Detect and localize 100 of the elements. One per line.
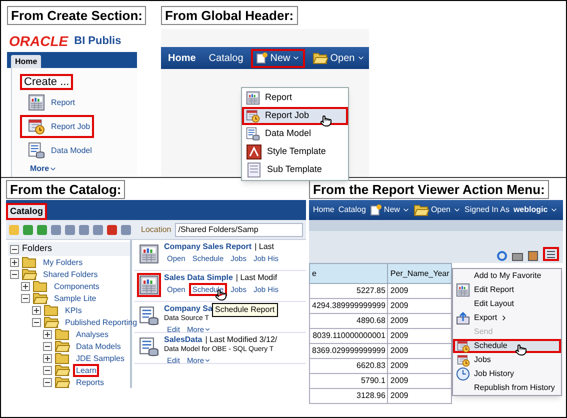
logo: ORACLE — [9, 33, 68, 49]
collapse-icon[interactable] — [43, 366, 52, 374]
expand-icon[interactable] — [43, 330, 52, 338]
view-icon[interactable] — [512, 253, 523, 261]
calendar-clock-icon — [246, 109, 260, 123]
nav-link[interactable]: Home — [163, 48, 201, 68]
chart-icon[interactable] — [528, 251, 538, 261]
table-cell: 3128.96 — [310, 388, 388, 404]
table-cell: 5227.85 — [310, 284, 388, 298]
tooltip: Schedule Report — [212, 303, 278, 317]
table-cell: 8039.110000000001 — [310, 328, 388, 344]
open-folder-icon — [44, 316, 59, 328]
menu-item[interactable]: Report — [242, 89, 348, 107]
folder-label[interactable]: Sample Lite — [51, 292, 100, 304]
calendar-clock-icon — [28, 118, 45, 135]
nav-link[interactable]: Home — [311, 204, 336, 216]
nav-link[interactable]: Signed In As — [462, 204, 512, 216]
item-meta: | Last Modified 3/12/ — [205, 335, 278, 345]
sub-template-icon — [246, 162, 262, 178]
create-item[interactable]: Report Job — [20, 115, 94, 138]
caret-icon — [204, 357, 212, 364]
menu-item[interactable]: Job History — [453, 367, 561, 381]
collapse-icon[interactable] — [43, 342, 52, 350]
collapse-icon[interactable] — [43, 378, 52, 386]
table-cell: 2009 — [388, 358, 452, 374]
nav-link[interactable]: Open — [412, 204, 463, 216]
menu-item[interactable]: Edit Layout — [453, 297, 561, 311]
section-caption: From Global Header: — [161, 6, 298, 25]
tab[interactable]: Catalog — [6, 203, 48, 220]
folder-label[interactable]: My Folders — [40, 256, 86, 268]
data-model-icon — [139, 337, 159, 357]
folder-label[interactable]: Components — [51, 280, 102, 292]
nav-link[interactable]: Catalog — [204, 48, 248, 68]
item-title[interactable]: Company Sa — [164, 304, 212, 314]
section-caption: From the Report Viewer Action Menu: — [309, 180, 549, 199]
new-document-icon — [370, 204, 382, 216]
location-field[interactable]: /Shared Folders/Samp — [175, 222, 303, 236]
folder-label[interactable]: Published Reporting — [62, 316, 140, 328]
table-cell: 4890.68 — [310, 314, 388, 328]
create-item[interactable]: Report — [20, 91, 80, 114]
folder-label[interactable]: Learn — [73, 364, 100, 376]
item-title[interactable]: SalesData — [164, 335, 202, 345]
hand-cursor-icon — [320, 115, 332, 127]
menu-item[interactable]: Add to My Favorite — [453, 269, 561, 283]
menu-item[interactable]: Republish from History — [453, 381, 561, 395]
calendar-clock-icon — [456, 340, 470, 352]
section-caption: From Create Section: — [7, 6, 146, 25]
expand-icon[interactable] — [10, 258, 19, 266]
open-folder-icon — [414, 204, 429, 216]
data-model-icon — [139, 306, 159, 326]
collapse-icon[interactable] — [10, 244, 19, 254]
menu-item[interactable]: Style Template — [242, 143, 348, 161]
folder-label[interactable]: Shared Folders — [40, 268, 101, 280]
table-cell: 2009 — [388, 314, 452, 328]
collapse-icon[interactable] — [10, 270, 19, 278]
folder-label[interactable]: Reports — [73, 376, 108, 388]
nav-link[interactable]: New — [251, 48, 306, 68]
caret-icon — [292, 54, 300, 62]
table-cell: 6620.83 — [310, 358, 388, 374]
folder-label[interactable]: KPIs — [62, 304, 85, 316]
item-meta: | Last Modif — [236, 273, 278, 283]
open-folder-icon — [55, 376, 70, 388]
menu-item[interactable]: Jobs — [453, 353, 561, 367]
folder-label[interactable]: Analyses — [73, 328, 112, 340]
product-name: BI Publis — [74, 34, 122, 48]
caret-icon — [49, 165, 58, 173]
nav-link[interactable]: Catalog — [336, 204, 368, 216]
item-meta: | Last — [254, 242, 274, 252]
nav-link[interactable]: weblogic — [511, 204, 560, 216]
menu-item[interactable]: Export — [453, 311, 561, 325]
column-header[interactable]: Per_Name_Year — [388, 264, 452, 284]
menu-item[interactable]: Schedule — [453, 339, 561, 353]
tab[interactable]: Home — [11, 55, 42, 68]
data-model-icon — [246, 127, 260, 141]
folder-icon — [55, 328, 70, 340]
collapse-icon[interactable] — [21, 294, 30, 302]
export-icon — [456, 311, 470, 325]
expand-icon[interactable] — [43, 354, 52, 362]
create-item[interactable]: Data Model — [20, 139, 96, 162]
menu-item[interactable]: Sub Template — [242, 161, 348, 179]
folder-label[interactable]: Data Models — [73, 340, 124, 352]
refresh-icon[interactable] — [497, 251, 507, 261]
item-title[interactable]: Sales Data Simple — [164, 273, 233, 283]
report-icon — [139, 275, 159, 295]
table-cell: 2009 — [388, 344, 452, 358]
menu-item[interactable]: Report Job — [242, 107, 348, 125]
actions-button[interactable] — [543, 247, 559, 261]
folder-label[interactable]: JDE Samples — [73, 352, 128, 364]
collapse-icon[interactable] — [32, 318, 41, 326]
menu-item[interactable]: Edit Report — [453, 283, 561, 297]
menu-item[interactable]: Data Model — [242, 125, 348, 143]
expand-icon[interactable] — [32, 306, 41, 314]
column-header[interactable]: e — [310, 264, 388, 284]
item-title[interactable]: Company Sales Report — [164, 242, 252, 252]
table-cell: 5790.1 — [310, 374, 388, 388]
expand-icon[interactable] — [21, 282, 30, 290]
nav-link[interactable]: New — [368, 204, 412, 216]
more-link[interactable]: More — [30, 163, 58, 175]
table-cell: 4294.389999999999 — [310, 298, 388, 314]
nav-link[interactable]: Open — [308, 48, 370, 68]
